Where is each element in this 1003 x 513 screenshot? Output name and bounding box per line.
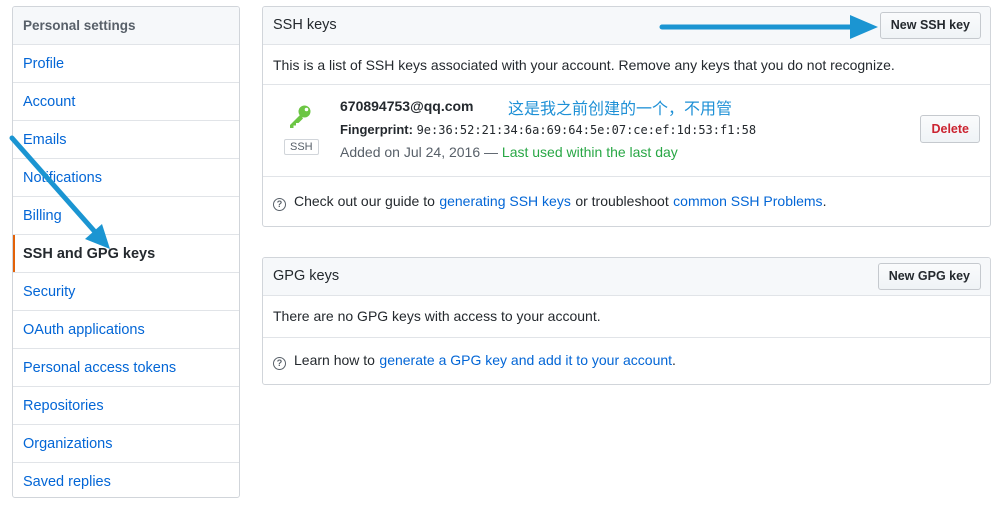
ssh-keys-box: SSH keys New SSH key This is a list of S… [262, 6, 991, 227]
sidebar-item-organizations[interactable]: Organizations [13, 425, 239, 463]
ssh-keys-title: SSH keys [273, 17, 337, 33]
sidebar-item-ssh-gpg-keys[interactable]: SSH and GPG keys [13, 235, 239, 273]
sidebar-item-oauth-applications[interactable]: OAuth applications [13, 311, 239, 349]
new-gpg-key-button[interactable]: New GPG key [877, 263, 981, 290]
ssh-type-badge: SSH [284, 139, 319, 155]
sidebar-heading: Personal settings [13, 7, 239, 45]
ssh-guide-row: ? Check out our guide to generating SSH k… [263, 177, 990, 226]
sidebar-item-security[interactable]: Security [13, 273, 239, 311]
settings-sidebar: Personal settings Profile Account Emails… [12, 6, 240, 498]
sidebar-item-notifications[interactable]: Notifications [13, 159, 239, 197]
ssh-guide-prefix: Check out our guide to [294, 193, 435, 209]
sidebar-item-personal-access-tokens[interactable]: Personal access tokens [13, 349, 239, 387]
sidebar-item-repositories[interactable]: Repositories [13, 387, 239, 425]
delete-ssh-key-button[interactable]: Delete [920, 115, 980, 143]
ssh-keys-description-row: This is a list of SSH keys associated wi… [263, 45, 990, 85]
gpg-empty-row: There are no GPG keys with access to you… [263, 296, 990, 338]
gpg-guide-suffix: . [672, 352, 676, 368]
sidebar-item-saved-replies[interactable]: Saved replies [13, 463, 239, 497]
fingerprint-row: Fingerprint: 9e:36:52:21:34:6a:69:64:5e:… [340, 122, 756, 137]
last-used-status: Last used within the last day [501, 144, 678, 160]
sidebar-item-account[interactable]: Account [13, 83, 239, 121]
gpg-empty-message: There are no GPG keys with access to you… [273, 308, 601, 324]
gpg-guide-prefix: Learn how to [294, 352, 375, 368]
ssh-guide-suffix: . [822, 193, 827, 209]
generate-gpg-key-link[interactable]: generate a GPG key and add it to your ac… [379, 352, 672, 368]
question-icon: ? [273, 198, 286, 211]
key-icon [287, 103, 313, 134]
question-icon: ? [273, 357, 286, 370]
ssh-key-item: SSH 670894753@qq.com 这是我之前创建的一个，不用管 Fing… [263, 85, 990, 177]
common-ssh-problems-link[interactable]: common SSH Problems [673, 193, 822, 209]
new-ssh-key-button[interactable]: New SSH key [879, 12, 981, 39]
gpg-keys-box: GPG keys New GPG key There are no GPG ke… [262, 257, 991, 385]
generating-ssh-keys-link[interactable]: generating SSH keys [439, 193, 571, 209]
sidebar-item-billing[interactable]: Billing [13, 197, 239, 235]
sidebar-item-profile[interactable]: Profile [13, 45, 239, 83]
ssh-keys-description: This is a list of SSH keys associated wi… [273, 57, 895, 73]
added-row: Added on Jul 24, 2016 — Last used within… [340, 144, 678, 160]
fingerprint-label: Fingerprint: [340, 122, 413, 137]
gpg-guide-row: ? Learn how to generate a GPG key and add… [263, 338, 990, 384]
annotation-note: 这是我之前创建的一个，不用管 [508, 101, 733, 118]
ssh-key-email: 670894753@qq.com [340, 98, 474, 114]
sidebar-item-emails[interactable]: Emails [13, 121, 239, 159]
fingerprint-value: 9e:36:52:21:34:6a:69:64:5e:07:ce:ef:1d:5… [416, 123, 757, 137]
ssh-keys-header: SSH keys New SSH key [263, 7, 990, 45]
added-date: Added on Jul 24, 2016 — [340, 144, 499, 160]
ssh-guide-middle: or troubleshoot [575, 193, 669, 209]
gpg-keys-title: GPG keys [273, 268, 340, 284]
gpg-keys-header: GPG keys New GPG key [263, 258, 990, 296]
